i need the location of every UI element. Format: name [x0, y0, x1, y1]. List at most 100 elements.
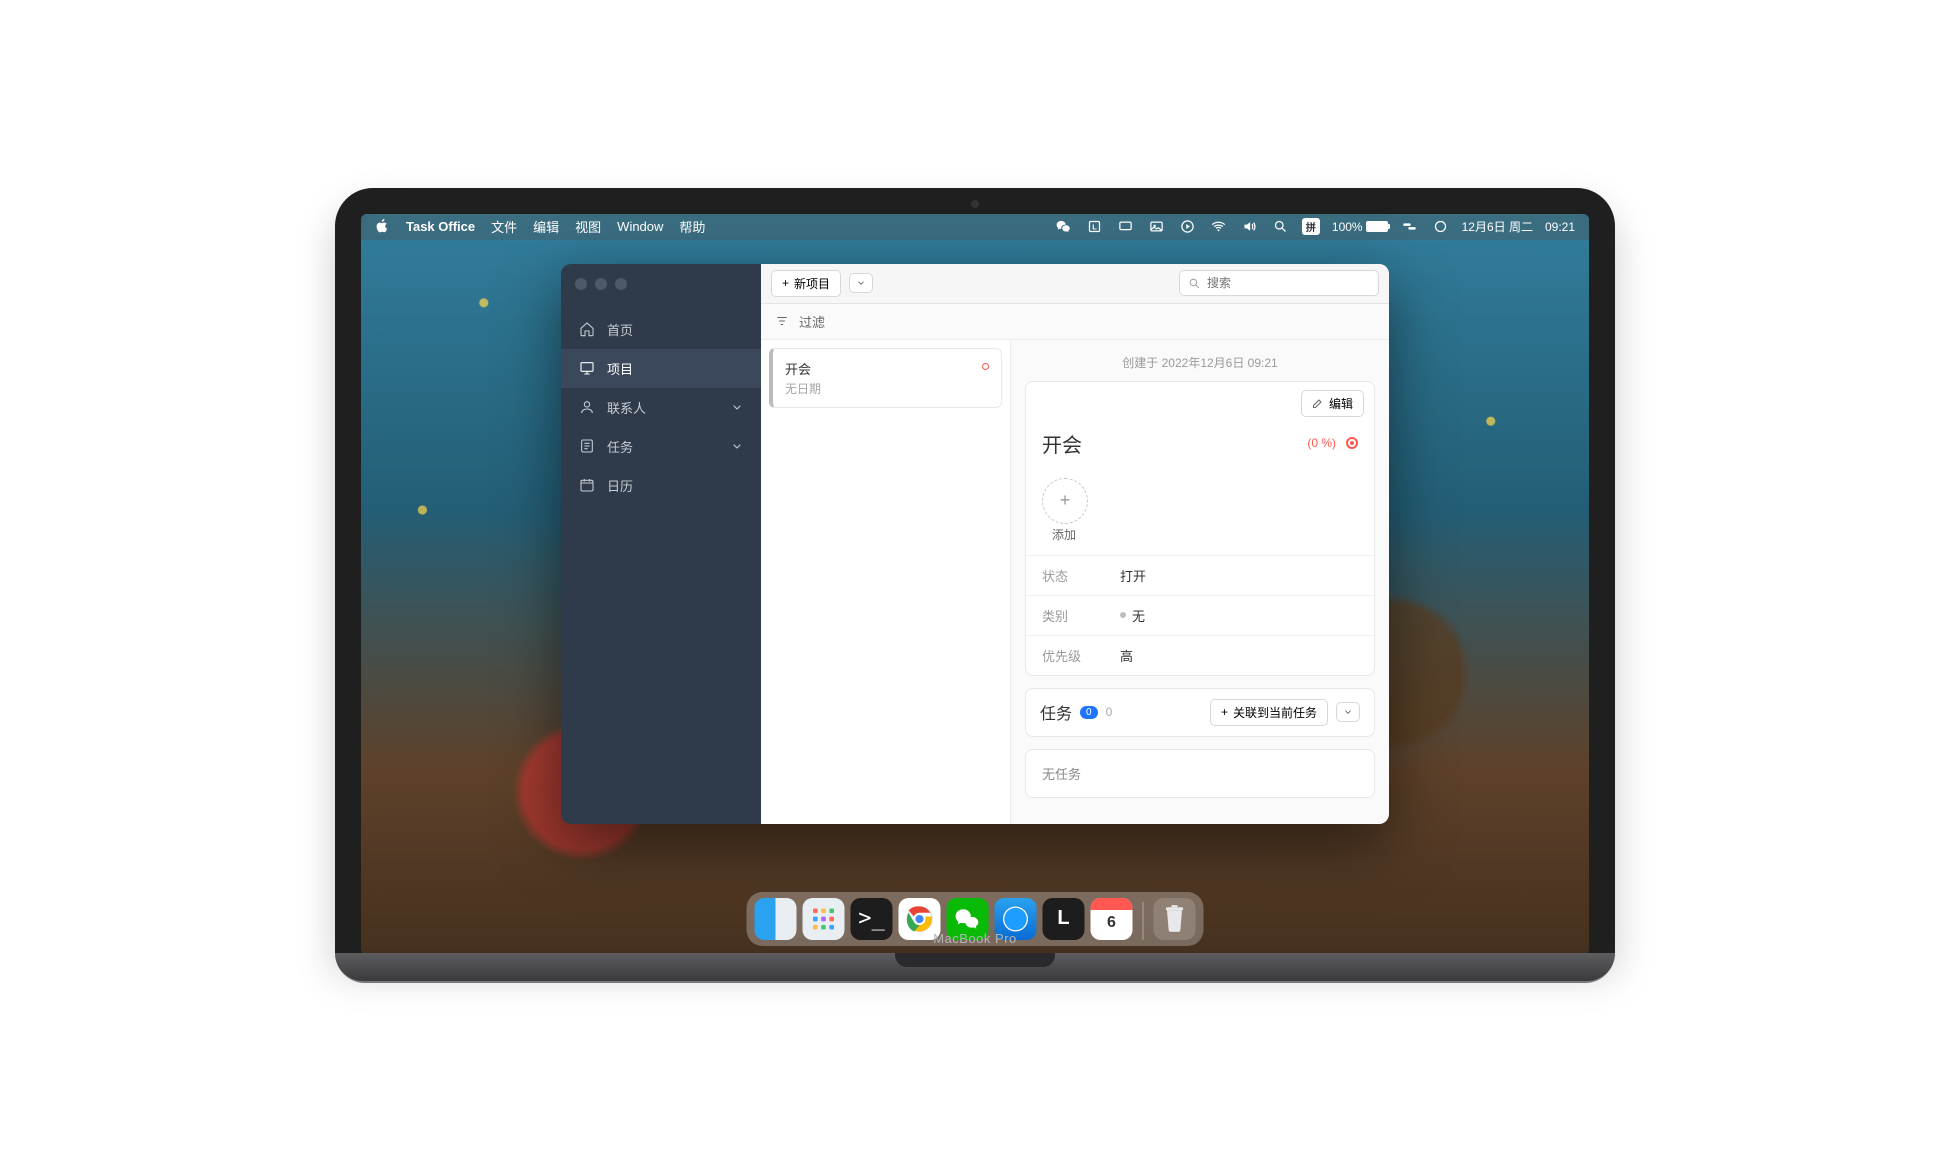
project-title: 开会 [785, 359, 989, 378]
field-label: 状态 [1042, 566, 1092, 585]
spotlight-icon[interactable] [1271, 219, 1290, 234]
tasks-panel: 任务 0 0 + 关联到当前任务 [1025, 688, 1375, 737]
wechat-status-icon[interactable] [1054, 219, 1073, 234]
add-label: 添加 [1052, 526, 1374, 543]
svg-text:L: L [1092, 223, 1097, 232]
plus-icon: + [1221, 705, 1228, 719]
sidebar: 首页 项目 联系人 任务 [561, 264, 761, 824]
zoom-button[interactable] [615, 278, 627, 290]
status-dot-icon [982, 363, 989, 370]
edit-label: 编辑 [1329, 395, 1353, 412]
search-input[interactable] [1207, 276, 1370, 290]
home-icon [579, 321, 595, 337]
field-label: 优先级 [1042, 646, 1092, 665]
sidebar-item-label: 联系人 [607, 398, 646, 417]
project-icon [579, 360, 595, 376]
field-value: 无 [1120, 606, 1145, 625]
toolbar: + 新项目 [761, 264, 1389, 304]
airdrop-icon[interactable] [1116, 219, 1135, 234]
menu-window[interactable]: Window [617, 219, 663, 234]
calendar-icon [579, 477, 595, 493]
photos-icon[interactable] [1147, 219, 1166, 234]
laptop-base [335, 953, 1615, 981]
project-list: 开会 无日期 [761, 340, 1011, 824]
new-project-button[interactable]: + 新项目 [771, 270, 841, 297]
volume-icon[interactable] [1240, 219, 1259, 234]
filter-bar: 过滤 [761, 304, 1389, 340]
contact-icon [579, 399, 595, 415]
menu-bar: Task Office 文件 编辑 视图 Window 帮助 L 拼 [361, 214, 1589, 240]
project-detail: 创建于 2022年12月6日 09:21 编辑 [1011, 340, 1389, 824]
menu-view[interactable]: 视图 [575, 217, 601, 236]
category-dot-icon [1120, 612, 1126, 618]
battery-percent: 100% [1332, 220, 1363, 234]
calendar-day: 6 [1107, 914, 1116, 932]
row-priority: 优先级 高 [1026, 635, 1374, 675]
detail-title: 开会 [1042, 429, 1297, 458]
chevron-down-icon [729, 438, 745, 454]
status-icon-1[interactable]: L [1085, 219, 1104, 234]
field-value: 打开 [1120, 566, 1146, 585]
window-controls [561, 264, 761, 310]
minimize-button[interactable] [595, 278, 607, 290]
app-name[interactable]: Task Office [406, 219, 475, 234]
task-icon [579, 438, 595, 454]
tasks-count-badge: 0 [1080, 706, 1098, 719]
sidebar-item-contacts[interactable]: 联系人 [561, 388, 761, 427]
battery-status[interactable]: 100% [1332, 220, 1388, 234]
link-task-button[interactable]: + 关联到当前任务 [1210, 699, 1328, 726]
link-task-dropdown[interactable] [1336, 702, 1360, 722]
sidebar-item-home[interactable]: 首页 [561, 310, 761, 349]
field-label: 类别 [1042, 606, 1092, 625]
close-button[interactable] [575, 278, 587, 290]
empty-tasks-panel: 无任务 [1025, 749, 1375, 798]
empty-tasks-label: 无任务 [1026, 750, 1374, 797]
sidebar-item-tasks[interactable]: 任务 [561, 427, 761, 466]
battery-icon [1366, 221, 1388, 232]
tasks-zero: 0 [1106, 705, 1113, 719]
new-project-dropdown[interactable] [849, 273, 873, 293]
siri-icon[interactable] [1431, 219, 1450, 234]
menu-help[interactable]: 帮助 [679, 217, 705, 236]
chevron-down-icon [856, 278, 866, 288]
plus-icon: + [782, 276, 789, 290]
camera [971, 200, 979, 208]
project-card[interactable]: 开会 无日期 [769, 348, 1002, 408]
search-field[interactable] [1179, 270, 1379, 296]
sidebar-item-calendar[interactable]: 日历 [561, 466, 761, 505]
add-button[interactable]: + [1042, 478, 1088, 524]
playback-icon[interactable] [1178, 219, 1197, 234]
tasks-label: 任务 [1040, 700, 1072, 724]
sidebar-item-label: 项目 [607, 359, 633, 378]
link-task-label: 关联到当前任务 [1233, 704, 1317, 721]
project-subtitle: 无日期 [785, 380, 989, 397]
input-method-badge[interactable]: 拼 [1302, 218, 1320, 235]
menubar-time[interactable]: 09:21 [1545, 220, 1575, 234]
sidebar-item-label: 首页 [607, 320, 633, 339]
filter-label[interactable]: 过滤 [799, 312, 825, 331]
menu-file[interactable]: 文件 [491, 217, 517, 236]
app-window: 首页 项目 联系人 任务 [561, 264, 1389, 824]
laptop-notch [895, 953, 1055, 967]
search-icon [1188, 277, 1201, 290]
menu-edit[interactable]: 编辑 [533, 217, 559, 236]
control-center-icon[interactable] [1400, 219, 1419, 234]
menubar-date[interactable]: 12月6日 周二 [1462, 218, 1533, 235]
sidebar-item-label: 日历 [607, 476, 633, 495]
field-value: 高 [1120, 646, 1133, 665]
laptop-brand: MacBook Pro [335, 931, 1615, 946]
apple-menu-icon[interactable] [375, 218, 390, 236]
detail-panel: 编辑 开会 (0 %) + 添加 [1025, 381, 1375, 676]
status-indicator-icon [1346, 437, 1358, 449]
row-status: 状态 打开 [1026, 555, 1374, 595]
new-project-label: 新项目 [794, 275, 830, 292]
main-pane: + 新项目 过滤 [761, 264, 1389, 824]
wifi-icon[interactable] [1209, 219, 1228, 234]
sidebar-item-projects[interactable]: 项目 [561, 349, 761, 388]
filter-icon [775, 314, 789, 328]
edit-icon [1312, 397, 1324, 409]
edit-button[interactable]: 编辑 [1301, 390, 1364, 417]
chevron-down-icon [729, 399, 745, 415]
progress-percent: (0 %) [1307, 436, 1336, 450]
row-category: 类别 无 [1026, 595, 1374, 635]
